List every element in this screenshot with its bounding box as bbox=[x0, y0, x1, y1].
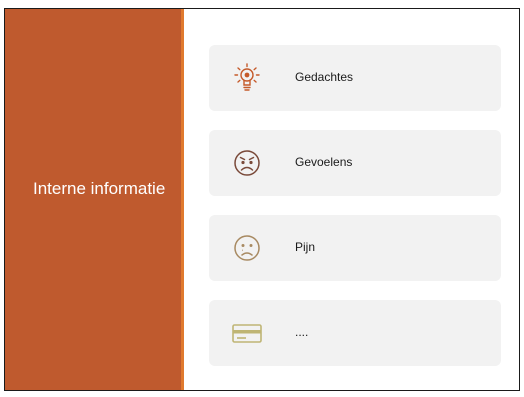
side-accent-bar bbox=[181, 9, 184, 390]
lightbulb-icon bbox=[229, 60, 265, 96]
side-panel bbox=[5, 9, 181, 390]
list-item-gevoelens: Gevoelens bbox=[209, 130, 501, 196]
item-label: Pijn bbox=[295, 240, 316, 254]
item-label: .... bbox=[295, 325, 309, 339]
slide: Interne informatie Gedachtes Gevoelens P… bbox=[4, 8, 520, 391]
angry-face-icon bbox=[229, 145, 265, 181]
list-item-gedachtes: Gedachtes bbox=[209, 45, 501, 111]
item-label: Gevoelens bbox=[295, 155, 353, 169]
item-label: Gedachtes bbox=[295, 70, 354, 84]
list-item-pijn: Pijn bbox=[209, 215, 501, 281]
card-icon bbox=[229, 315, 265, 351]
sad-face-icon bbox=[229, 230, 265, 266]
list-item-more: .... bbox=[209, 300, 501, 366]
side-title: Interne informatie bbox=[33, 179, 166, 198]
